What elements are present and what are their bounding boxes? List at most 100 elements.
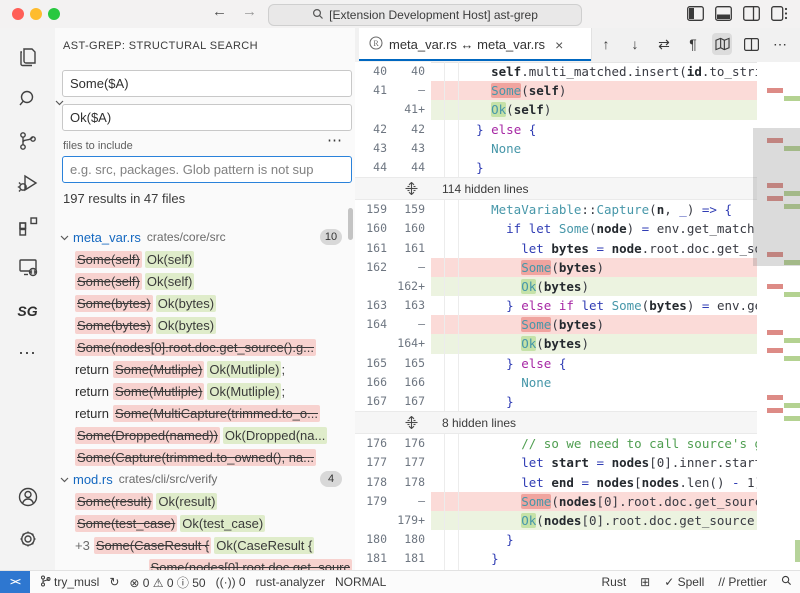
swap-sides-icon[interactable]: ⇄ xyxy=(654,33,674,55)
activity-item-run-and-debug[interactable] xyxy=(4,164,52,206)
layout-panel-icon[interactable] xyxy=(714,5,732,21)
code-line[interactable]: 180180 } xyxy=(355,530,757,549)
search-match-row[interactable]: Some(nodes[0].root.doc.get_sourc xyxy=(55,556,355,570)
code-line[interactable]: 4444 } xyxy=(355,158,757,177)
toggle-minimap-icon[interactable] xyxy=(712,33,732,55)
search-match-row[interactable]: Some(nodes[0].root.doc.get_source().g... xyxy=(55,336,355,358)
status-ports[interactable]: ((·)) 0 xyxy=(216,575,246,589)
command-center[interactable]: [Extension Development Host] ast-grep xyxy=(268,4,582,26)
unfold-icon xyxy=(405,416,418,429)
status-editor-grid[interactable]: ⊞ xyxy=(640,575,650,589)
deleted-text-chip: Some(self) xyxy=(75,251,142,268)
modified-line-number: – xyxy=(393,258,431,277)
file-row-meta_var.rs[interactable]: meta_var.rscrates/core/src10 xyxy=(55,226,355,248)
sidebar-scrollbar[interactable] xyxy=(348,208,353,240)
activity-item-settings[interactable] xyxy=(4,520,52,562)
search-match-row[interactable]: Some(self)Ok(self) xyxy=(55,270,355,292)
search-match-row[interactable]: +3 Some(CaseResult {Ok(CaseResult { xyxy=(55,534,355,556)
code-line[interactable]: 159159 MetaVariable::Capture(n, _) => { xyxy=(355,200,757,219)
code-text: } else if let Some(bytes) = env.get_tr xyxy=(431,296,757,315)
status-search-status[interactable] xyxy=(781,575,792,589)
activity-item-ast-grep[interactable]: SG xyxy=(4,290,52,332)
code-line[interactable]: 162– Some(bytes) xyxy=(355,258,757,277)
back-icon[interactable]: ← xyxy=(212,3,227,20)
status-prettier[interactable]: // Prettier xyxy=(718,575,767,589)
code-line[interactable]: 41– Some(self) xyxy=(355,81,757,100)
deleted-text-chip: Some(test_case) xyxy=(75,515,177,532)
activity-item-search[interactable] xyxy=(4,80,52,122)
activity-item-explorer[interactable] xyxy=(4,38,52,80)
activity-item-extensions[interactable] xyxy=(4,206,52,248)
search-match-row[interactable]: return Some(Mutliple)Ok(Mutliple); xyxy=(55,358,355,380)
search-match-row[interactable]: Some(Capture(trimmed.to_owned(), na... xyxy=(55,446,355,468)
search-pattern-input[interactable] xyxy=(62,70,352,97)
search-match-row[interactable]: Some(test_case)Ok(test_case) xyxy=(55,512,355,534)
more-actions-icon[interactable]: ⋯ xyxy=(327,131,343,149)
code-text: let bytes = node.root.doc.get_source xyxy=(431,239,757,258)
code-line[interactable]: 179– Some(nodes[0].root.doc.get_source()… xyxy=(355,492,757,511)
activity-item-remote-explorer[interactable] xyxy=(4,248,52,290)
status-rust-analyzer[interactable]: rust-analyzer xyxy=(256,575,325,589)
minimap-slider[interactable] xyxy=(753,128,800,266)
search-match-row[interactable]: Some(Dropped(named))Ok(Dropped(na... xyxy=(55,424,355,446)
zoom-window-button[interactable] xyxy=(48,8,60,20)
code-line[interactable]: 162+ Ok(bytes) xyxy=(355,277,757,296)
close-icon[interactable]: × xyxy=(555,37,563,53)
code-line[interactable]: 164– Some(bytes) xyxy=(355,315,757,334)
files-to-include-input[interactable] xyxy=(62,156,352,183)
search-match-row[interactable]: return Some(Mutliple)Ok(Mutliple); xyxy=(55,380,355,402)
more-actions-icon[interactable]: ⋯ xyxy=(770,33,790,55)
hidden-lines-bar[interactable]: 8 hidden lines xyxy=(355,411,757,434)
code-line[interactable]: 166166 None xyxy=(355,373,757,392)
status-branch[interactable]: try_musl xyxy=(40,575,99,590)
search-match-row[interactable]: Some(bytes)Ok(bytes) xyxy=(55,292,355,314)
code-line[interactable]: 181181 } xyxy=(355,549,757,568)
status-spell-checker[interactable]: ✓ Spell xyxy=(664,575,704,589)
status-vim-mode[interactable]: NORMAL xyxy=(335,575,386,589)
modified-line-number: 162+ xyxy=(393,277,431,296)
search-match-row[interactable]: Some(self)Ok(self) xyxy=(55,248,355,270)
code-line[interactable]: 176176 // so we need to call source's ge… xyxy=(355,434,757,453)
next-change-icon[interactable]: ↓ xyxy=(625,33,645,55)
forward-icon[interactable]: → xyxy=(242,3,257,20)
rewrite-input[interactable] xyxy=(62,104,352,131)
status-language-mode[interactable]: Rust xyxy=(601,575,626,589)
remote-indicator[interactable]: >< xyxy=(0,571,30,593)
layout-sidebar-left-icon[interactable] xyxy=(686,5,704,21)
split-editor-icon[interactable] xyxy=(741,33,761,55)
code-line[interactable]: 4242 } else { xyxy=(355,120,757,139)
code-line[interactable]: 178178 let end = nodes[nodes.len() - 1].… xyxy=(355,473,757,492)
code-line[interactable]: 160160 if let Some(node) = env.get_match… xyxy=(355,219,757,238)
previous-change-icon[interactable]: ↑ xyxy=(596,33,616,55)
customize-layout-icon[interactable] xyxy=(770,5,788,21)
search-match-row[interactable]: return Some(MultiCapture(trimmed.to_o... xyxy=(55,402,355,424)
code-text: } xyxy=(431,392,757,411)
activity-item-accounts[interactable] xyxy=(4,478,52,520)
minimap[interactable] xyxy=(757,62,800,570)
search-match-row[interactable]: Some(result)Ok(result) xyxy=(55,490,355,512)
render-whitespace-icon[interactable]: ¶ xyxy=(683,33,703,55)
layout-sidebar-right-icon[interactable] xyxy=(742,5,760,21)
code-line[interactable]: 163163 } else if let Some(bytes) = env.g… xyxy=(355,296,757,315)
activity-item-more[interactable]: ⋯ xyxy=(4,332,52,374)
close-window-button[interactable] xyxy=(12,8,24,20)
activity-item-source-control[interactable] xyxy=(4,122,52,164)
code-line[interactable]: 4040 self.multi_matched.insert(id.to_str… xyxy=(355,62,757,81)
original-line-number: 164 xyxy=(355,315,393,334)
code-line[interactable]: 165165 } else { xyxy=(355,354,757,373)
status-problems[interactable]: ⊗ 0 ⚠ 0 ⓘ 50 xyxy=(129,574,205,591)
hidden-lines-bar[interactable]: 114 hidden lines xyxy=(355,177,757,200)
code-line[interactable]: 179+ Ok(nodes[0].root.doc.get_source().g… xyxy=(355,511,757,530)
code-line[interactable]: 41+ Ok(self) xyxy=(355,100,757,119)
tab-meta-var-diff[interactable]: R meta_var.rs ↔ meta_var.rs × xyxy=(359,28,592,61)
status-sync[interactable]: ↻ xyxy=(109,575,119,589)
search-match-row[interactable]: Some(bytes)Ok(bytes) xyxy=(55,314,355,336)
code-line[interactable]: 164+ Ok(bytes) xyxy=(355,334,757,353)
code-line[interactable]: 177177 let start = nodes[0].inner.start_… xyxy=(355,453,757,472)
file-row-mod.rs[interactable]: mod.rscrates/cli/src/verify4 xyxy=(55,468,355,490)
code-line[interactable]: 161161 let bytes = node.root.doc.get_sou… xyxy=(355,239,757,258)
code-line[interactable]: 167167 } xyxy=(355,392,757,411)
code-line[interactable]: 4343 None xyxy=(355,139,757,158)
minimize-window-button[interactable] xyxy=(30,8,42,20)
modified-line-number: – xyxy=(393,315,431,334)
